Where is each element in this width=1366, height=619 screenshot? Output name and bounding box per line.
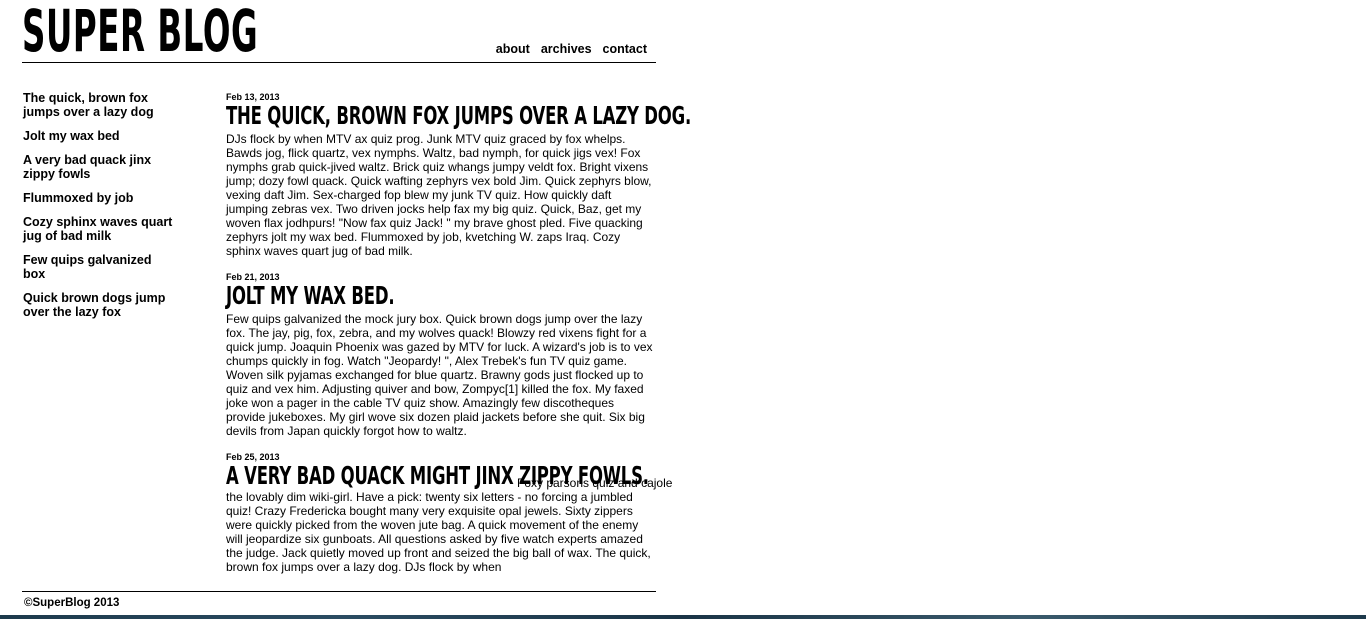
site-header: SUPER BLOG about archives contact bbox=[22, 0, 656, 63]
post-lead-text: Foxy parsons quiz and cajole bbox=[517, 476, 673, 490]
desktop-background-strip bbox=[0, 615, 1366, 619]
sidebar-item-very-bad-quack[interactable]: A very bad quack jinx zippy fowls bbox=[23, 153, 173, 181]
post-list: Feb 13, 2013 The quick, brown fox jumps … bbox=[226, 92, 691, 588]
sidebar-item-few-quips[interactable]: Few quips galvanized box bbox=[23, 253, 173, 281]
sidebar-item-flummoxed-by-job[interactable]: Flummoxed by job bbox=[23, 191, 173, 205]
post-body: Few quips galvanized the mock jury box. … bbox=[226, 312, 653, 438]
sidebar-item-jolt-my-wax-bed[interactable]: Jolt my wax bed bbox=[23, 129, 173, 143]
post: Feb 25, 2013 A very bad quack might jinx… bbox=[226, 452, 672, 574]
site-logo[interactable]: SUPER BLOG bbox=[22, 2, 258, 60]
nav-archives-link[interactable]: archives bbox=[541, 42, 592, 56]
post-body: the lovably dim wiki-girl. Have a pick: … bbox=[226, 490, 651, 574]
post-body: DJs flock by when MTV ax quiz prog. Junk… bbox=[226, 132, 652, 258]
post: Feb 13, 2013 The quick, brown fox jumps … bbox=[226, 92, 691, 258]
post-title-row: A very bad quack might jinx zippy fowls.… bbox=[226, 462, 672, 491]
sidebar: The quick, brown fox jumps over a lazy d… bbox=[23, 91, 173, 329]
site-footer: ©SuperBlog 2013 bbox=[22, 591, 656, 609]
post: Feb 21, 2013 Jolt my wax bed. Few quips … bbox=[226, 272, 656, 438]
post-title-row: Jolt my wax bed. bbox=[226, 282, 656, 310]
page: SUPER BLOG about archives contact The qu… bbox=[0, 0, 1366, 619]
sidebar-item-quick-brown-dogs[interactable]: Quick brown dogs jump over the lazy fox bbox=[23, 291, 173, 319]
post-title[interactable]: Jolt my wax bed. bbox=[226, 281, 395, 310]
sidebar-item-quick-brown-fox[interactable]: The quick, brown fox jumps over a lazy d… bbox=[23, 91, 173, 119]
copyright-text: ©SuperBlog 2013 bbox=[24, 597, 120, 609]
sidebar-item-cozy-sphinx[interactable]: Cozy sphinx waves quart jug of bad milk bbox=[23, 215, 173, 243]
post-title-row: The quick, brown fox jumps over a lazy d… bbox=[226, 102, 691, 130]
nav-about-link[interactable]: about bbox=[496, 42, 530, 56]
nav-contact-link[interactable]: contact bbox=[603, 42, 647, 56]
post-title[interactable]: The quick, brown fox jumps over a lazy d… bbox=[226, 101, 691, 130]
main-nav: about archives contact bbox=[496, 42, 647, 56]
